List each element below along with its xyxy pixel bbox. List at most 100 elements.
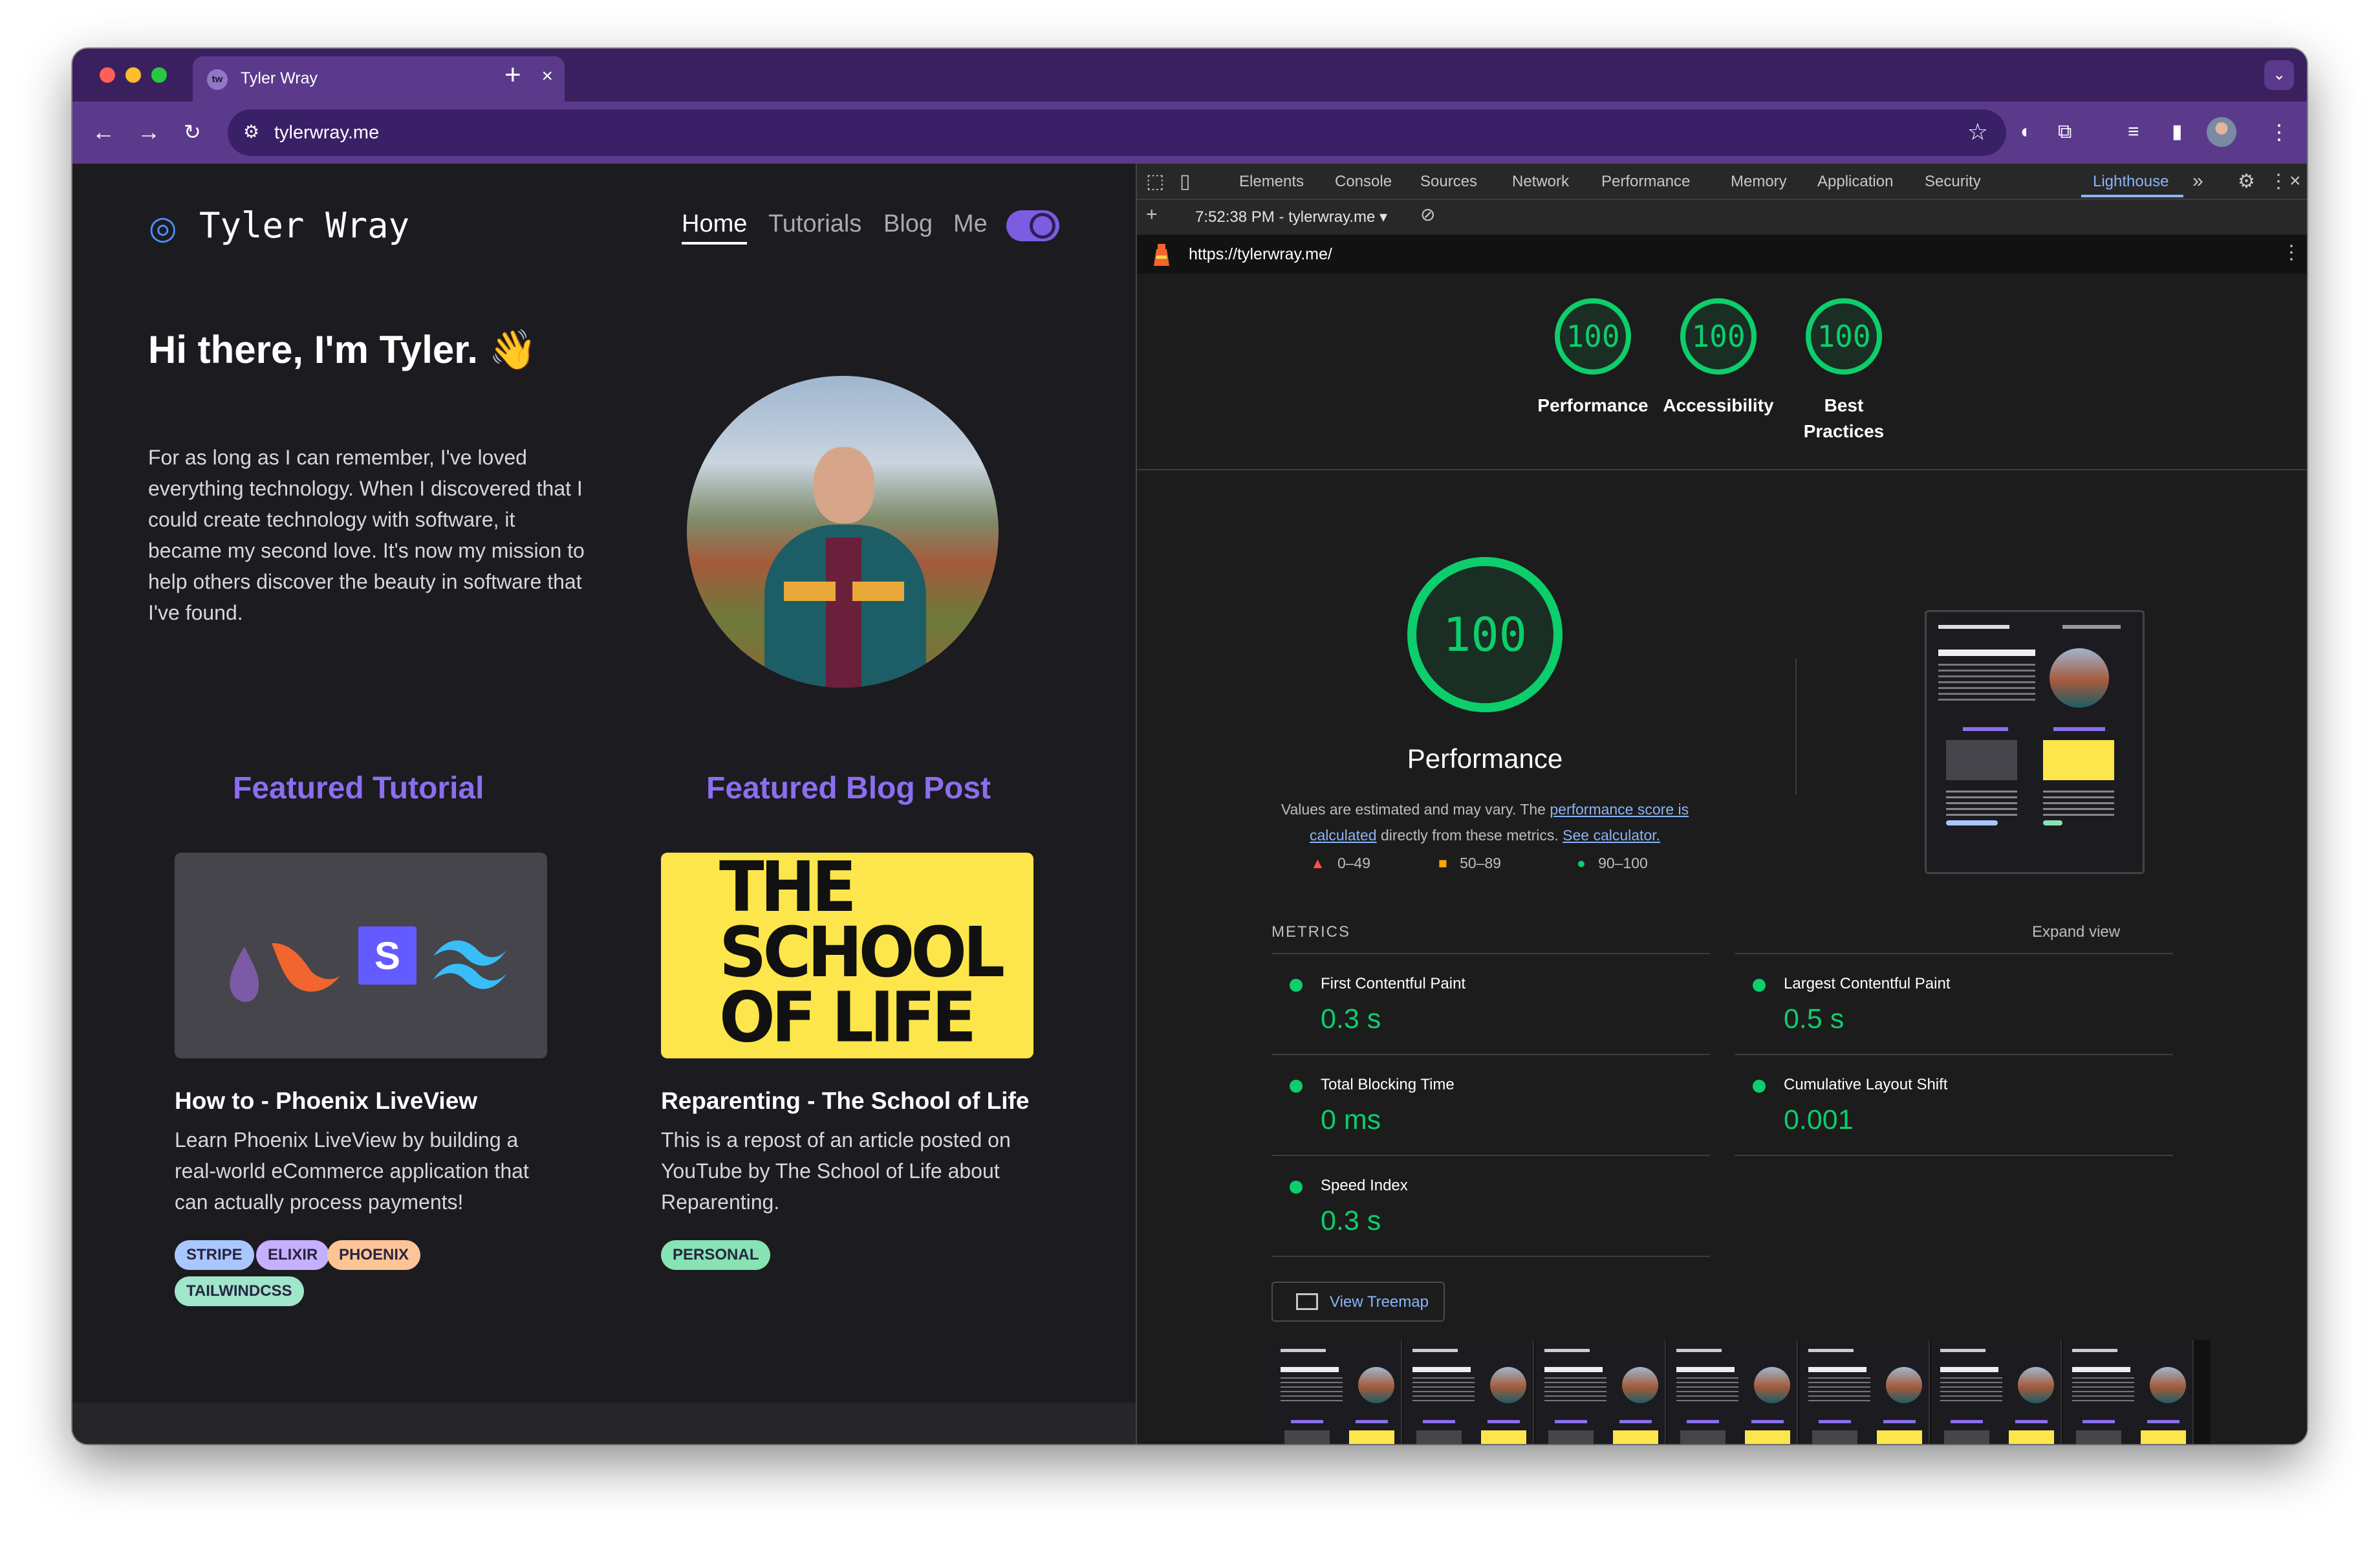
devtools-tab-performance[interactable]: Performance [1601,173,1690,191]
address-bar[interactable]: ⚙ tylerwray.me ☆ [228,109,2006,156]
spiral-logo-icon[interactable]: ◎ [149,209,177,246]
devtools-menu-icon[interactable]: ⋮ [2269,170,2288,193]
metric-name: Cumulative Layout Shift [1784,1076,1948,1093]
extensions-puzzle-icon[interactable]: ⧉ [2058,116,2072,148]
filmstrip-frame [1271,1340,1402,1444]
score-gauge-accessibility[interactable]: 100 [1680,298,1757,375]
svg-text:S: S [374,934,400,978]
metric-grid-divider [1735,1155,2173,1156]
inspect-element-icon[interactable]: ⬚ [1146,170,1164,193]
nav-blog[interactable]: Blog [883,210,933,238]
lighthouse-report: 100 Performance 100 Accessibility 100 Be… [1137,274,2307,1444]
back-icon[interactable]: ← [92,116,115,148]
more-tabs-icon[interactable]: » [2192,170,2203,192]
pass-dot-icon [1753,1080,1766,1093]
metric-cumulative-layout-shift: Cumulative Layout Shift 0.001 [1735,1054,2173,1155]
metric-value: 0.3 s [1321,1003,1381,1034]
legend-fail-label: 0–49 [1337,855,1371,871]
devtools-tab-network[interactable]: Network [1512,173,1569,191]
nav-home[interactable]: Home [682,210,748,245]
close-devtools-icon[interactable]: × [2289,170,2301,192]
close-window-button[interactable] [100,67,115,83]
devtools-tab-console[interactable]: Console [1335,173,1392,191]
metric-value: 0.001 [1784,1104,1854,1135]
tab-title: Tyler Wray [241,69,318,87]
devtools-tab-elements[interactable]: Elements [1239,173,1304,191]
bookmark-star-icon[interactable]: ☆ [1967,118,1988,146]
filmstrip [1271,1340,2211,1444]
tutorial-card-image[interactable]: S [175,853,547,1058]
metric-value: 0 ms [1321,1104,1381,1135]
report-url[interactable]: https://tylerwray.me/ [1189,245,1332,264]
forward-icon[interactable]: → [137,116,160,148]
tab-close-icon[interactable]: × [541,65,553,87]
devtools-tab-lighthouse[interactable]: Lighthouse [2093,173,2169,191]
favicon-icon: tw [207,69,228,90]
expand-view-toggle[interactable]: Expand view [2032,923,2120,941]
device-toolbar-icon[interactable]: ▯ [1180,170,1191,193]
blog-description: This is a repost of an article posted on… [661,1128,1011,1214]
see-calculator-link[interactable]: See calculator. [1563,827,1660,844]
address-url[interactable]: tylerwray.me [274,122,379,144]
website-viewport: ◎ Tyler Wray Home Tutorials Blog Me Hi t… [72,164,1136,1444]
clear-icon[interactable]: ⊘ [1420,204,1435,225]
devtools-tab-memory[interactable]: Memory [1731,173,1787,191]
page-footer-strip [72,1403,1136,1444]
settings-gear-icon[interactable]: ⚙ [2238,170,2255,193]
site-settings-icon[interactable]: ⚙ [243,121,259,142]
moon-icon [1030,213,1055,239]
view-treemap-button[interactable]: View Treemap [1271,1282,1445,1322]
vertical-separator [1795,659,1797,794]
nav-me[interactable]: Me [953,210,988,238]
devtools-tab-sources[interactable]: Sources [1420,173,1477,191]
dark-mode-toggle[interactable] [1006,210,1059,241]
active-tab-underline [2081,195,2183,197]
extension-icon[interactable]: ◐ [2020,116,2032,148]
score-gauge-best-practices[interactable]: 100 [1806,298,1882,375]
score-note: Values are estimated and may vary. The p… [1271,796,1698,848]
performance-gauge-large: 100 [1407,557,1563,712]
score-label-accessibility: Accessibility [1663,395,1774,415]
tab-search-button[interactable]: ⌄ [2264,60,2294,90]
blog-card-image[interactable]: THE SCHOOL OF LIFE [661,853,1033,1058]
side-panel-icon[interactable]: ▮ [2172,116,2183,148]
legend-fail: ▲ 0–49 [1310,855,1370,872]
note-prefix: Values are estimated and may vary. The [1281,801,1550,818]
blog-title[interactable]: Reparenting - The School of Life [661,1087,1029,1115]
report-time: 7:52:38 PM - tylerwray.me [1195,208,1376,226]
tag-personal[interactable]: PERSONAL [661,1240,771,1270]
profile-avatar[interactable] [2207,117,2236,147]
lighthouse-logo-icon [1154,244,1169,266]
new-tab-button[interactable]: + [504,59,521,91]
legend-average: ■ 50–89 [1438,855,1501,872]
tag-tailwindcss[interactable]: TAILWINDCSS [175,1276,304,1306]
score-divider [1137,469,2307,470]
reading-list-icon[interactable]: ≡ [2128,116,2139,148]
tutorial-title[interactable]: How to - Phoenix LiveView [175,1087,477,1115]
filmstrip-frame [1403,1340,1534,1444]
browser-window: tw Tyler Wray × + ⌄ ← → ↻ ⚙ tylerwray.me… [72,49,2307,1444]
hero-title: Hi there, I'm Tyler. 👋 [148,328,537,371]
report-url-bar: https://tylerwray.me/ ⋮ [1137,235,2307,274]
new-report-icon[interactable]: + [1146,204,1158,226]
devtools-tab-security[interactable]: Security [1925,173,1981,191]
nav-tutorials[interactable]: Tutorials [768,210,861,238]
score-label-best-practices: Best Practices [1803,395,1885,441]
maximize-window-button[interactable] [151,67,167,83]
minimize-window-button[interactable] [125,67,141,83]
reload-icon[interactable]: ↻ [184,116,201,148]
site-brand[interactable]: Tyler Wray [199,205,409,246]
report-selector[interactable]: 7:52:38 PM - tylerwray.me ▾ [1195,208,1387,226]
filmstrip-frame [1799,1340,1930,1444]
metric-speed-index: Speed Index 0.3 s [1271,1155,1710,1257]
report-menu-icon[interactable]: ⋮ [2282,241,2301,264]
menu-kebab-icon[interactable]: ⋮ [2269,116,2289,148]
devtools-tab-application[interactable]: Application [1817,173,1893,191]
tag-elixir[interactable]: ELIXIR [256,1240,330,1270]
final-screenshot-thumbnail[interactable] [1925,610,2145,874]
tag-phoenix[interactable]: PHOENIX [327,1240,421,1270]
tutorial-description: Learn Phoenix LiveView by building a rea… [175,1128,529,1214]
score-gauge-performance[interactable]: 100 [1555,298,1631,375]
treemap-icon [1296,1293,1318,1310]
tag-stripe[interactable]: STRIPE [175,1240,254,1270]
